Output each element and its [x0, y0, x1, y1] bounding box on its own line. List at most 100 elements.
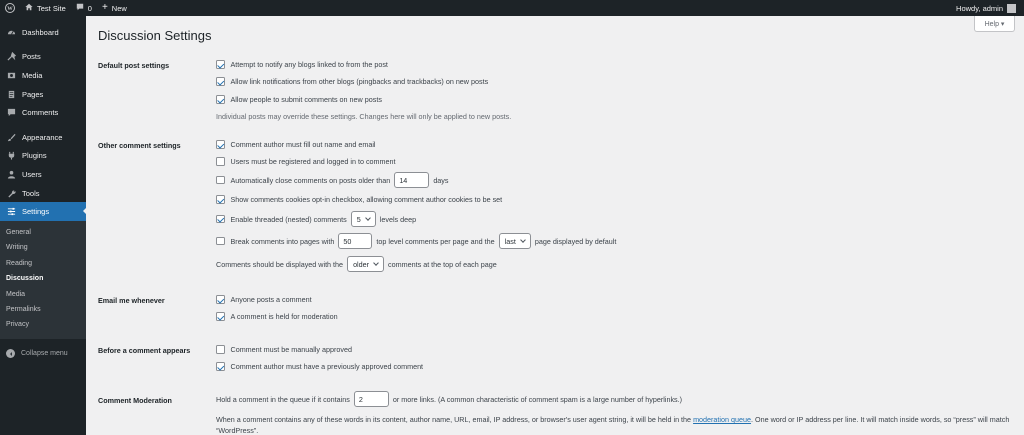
- menu-item-pages[interactable]: Pages: [0, 85, 86, 104]
- description-text: When a comment contains any of these wor…: [216, 415, 692, 424]
- plugin-icon: [6, 151, 16, 161]
- comments-link[interactable]: 0: [71, 0, 97, 16]
- option-email-any-comment[interactable]: Anyone posts a comment: [216, 295, 312, 304]
- avatar: [1007, 3, 1016, 13]
- section-label-email-me: Email me whenever: [98, 296, 165, 305]
- site-name: Test Site: [37, 3, 66, 13]
- section-label-moderation: Comment Moderation: [98, 396, 172, 405]
- option-label: Show comments cookies opt-in checkbox, a…: [230, 195, 503, 204]
- menu-item-media[interactable]: Media: [0, 66, 86, 85]
- option-email-held-moderation[interactable]: A comment is held for moderation: [216, 312, 338, 321]
- close-days-input[interactable]: 14: [394, 172, 430, 188]
- user-icon: [6, 169, 16, 179]
- help-tab-button[interactable]: Help ▾: [974, 16, 1015, 32]
- moderation-queue-link[interactable]: moderation queue: [693, 415, 751, 424]
- checkbox-checked[interactable]: [216, 362, 225, 371]
- option-link-notifications[interactable]: Allow link notifications from other blog…: [216, 77, 488, 86]
- collapse-icon: [6, 349, 15, 359]
- comments-per-page-input[interactable]: 50: [338, 233, 373, 249]
- dashboard-icon: [6, 27, 16, 37]
- checkbox-unchecked[interactable]: [216, 157, 225, 166]
- checkbox-checked[interactable]: [216, 95, 225, 104]
- menu-label: Plugins: [22, 151, 47, 161]
- option-label: Comments should be displayed with the: [216, 259, 344, 269]
- checkbox-checked[interactable]: [216, 312, 225, 321]
- submenu-item-privacy[interactable]: Privacy: [0, 317, 86, 332]
- submenu-item-media[interactable]: Media: [0, 287, 86, 302]
- site-name-link[interactable]: Test Site: [20, 0, 71, 16]
- submenu-item-writing[interactable]: Writing: [0, 240, 86, 255]
- menu-item-comments[interactable]: Comments: [0, 103, 86, 122]
- menu-item-appearance[interactable]: Appearance: [0, 128, 86, 147]
- option-hold-links: Hold a comment in the queue if it contai…: [216, 391, 682, 407]
- menu-item-users[interactable]: Users: [0, 165, 86, 184]
- checkbox-checked[interactable]: [216, 214, 225, 224]
- option-label: Break comments into pages with: [230, 236, 335, 246]
- menu-label: Posts: [22, 52, 41, 62]
- menu-label: Dashboard: [22, 27, 59, 37]
- menu-item-settings[interactable]: Settings: [0, 202, 87, 221]
- comment-order-select[interactable]: older: [347, 256, 385, 272]
- default-page-select[interactable]: last: [498, 233, 531, 249]
- checkbox-checked[interactable]: [216, 60, 225, 69]
- checkbox-checked[interactable]: [216, 140, 225, 149]
- default-post-note: Individual posts may override these sett…: [216, 112, 511, 121]
- submenu-item-permalinks[interactable]: Permalinks: [0, 302, 86, 317]
- menu-item-dashboard[interactable]: Dashboard: [0, 23, 86, 42]
- submenu-item-reading[interactable]: Reading: [0, 256, 86, 271]
- note-text: Individual posts may override these sett…: [216, 112, 512, 121]
- brush-icon: [6, 132, 16, 142]
- option-label-mid: top level comments per page and the: [376, 236, 495, 246]
- menu-item-plugins[interactable]: Plugins: [0, 147, 86, 166]
- checkbox-checked[interactable]: [216, 295, 225, 304]
- checkbox-unchecked[interactable]: [216, 345, 225, 354]
- new-content-link[interactable]: + New: [97, 0, 132, 16]
- checkbox-unchecked[interactable]: [216, 236, 225, 246]
- svg-text:W: W: [7, 6, 13, 12]
- option-threaded-comments[interactable]: Enable threaded (nested) comments 5 leve…: [216, 211, 416, 227]
- submenu-item-general[interactable]: General: [0, 225, 86, 240]
- option-comment-order: Comments should be displayed with the ol…: [216, 256, 497, 272]
- menu-item-tools[interactable]: Tools: [0, 184, 86, 203]
- option-auto-close[interactable]: Automatically close comments on posts ol…: [216, 172, 449, 188]
- moderation-description: When a comment contains any of these wor…: [216, 414, 1016, 435]
- option-label: Enable threaded (nested) comments: [230, 214, 347, 224]
- menu-item-posts[interactable]: Posts: [0, 48, 86, 67]
- max-links-input[interactable]: 2: [353, 391, 389, 407]
- submenu-item-discussion[interactable]: Discussion: [0, 271, 86, 286]
- thread-depth-select[interactable]: 5: [350, 211, 376, 227]
- option-label: Users must be registered and logged in t…: [230, 157, 396, 166]
- help-label: Help ▾: [984, 20, 1005, 28]
- chevron-down-icon: [364, 215, 371, 221]
- option-allow-comments[interactable]: Allow people to submit comments on new p…: [216, 95, 382, 104]
- wordpress-logo-icon[interactable]: W: [0, 0, 20, 16]
- menu-label: Settings: [22, 207, 50, 217]
- wrench-icon: [6, 188, 16, 198]
- checkbox-checked[interactable]: [216, 77, 225, 86]
- option-label: Hold a comment in the queue if it contai…: [216, 394, 350, 404]
- option-manual-approval[interactable]: Comment must be manually approved: [216, 345, 352, 354]
- select-value: last: [504, 236, 516, 246]
- comment-icon: [6, 108, 16, 118]
- page-icon: [6, 89, 16, 99]
- option-label: Automatically close comments on posts ol…: [230, 175, 391, 185]
- option-label: Comment must be manually approved: [230, 345, 352, 354]
- checkbox-checked[interactable]: [216, 195, 225, 204]
- my-account-link[interactable]: Howdy, admin: [951, 0, 1024, 16]
- menu-label: Appearance: [22, 132, 63, 142]
- option-label-suffix: or more links. (A common characteristic …: [392, 394, 683, 404]
- option-require-registration[interactable]: Users must be registered and logged in t…: [216, 157, 396, 166]
- option-notify-blogs[interactable]: Attempt to notify any blogs linked to fr…: [216, 60, 388, 69]
- option-previously-approved[interactable]: Comment author must have a previously ap…: [216, 362, 423, 371]
- menu-label: Users: [22, 169, 42, 179]
- option-label-suffix: days: [433, 175, 449, 185]
- option-require-name-email[interactable]: Comment author must fill out name and em…: [216, 140, 376, 149]
- option-cookies-opt-in[interactable]: Show comments cookies opt-in checkbox, a…: [216, 195, 502, 204]
- option-paginate-comments[interactable]: Break comments into pages with 50 top le…: [216, 233, 616, 249]
- collapse-label: Collapse menu: [21, 350, 68, 358]
- checkbox-unchecked[interactable]: [216, 175, 225, 185]
- collapse-menu-button[interactable]: Collapse menu: [0, 343, 86, 365]
- section-label-other-comment: Other comment settings: [98, 141, 181, 150]
- option-label-suffix: levels deep: [379, 214, 417, 224]
- option-label: Allow link notifications from other blog…: [230, 77, 489, 86]
